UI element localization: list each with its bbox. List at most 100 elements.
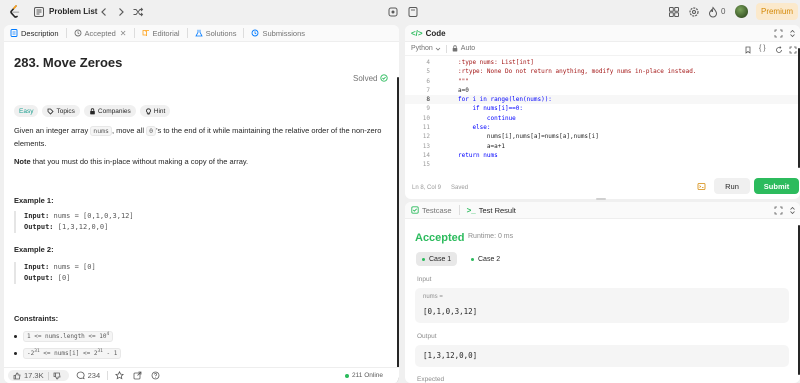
line-number: 9 [426, 105, 430, 113]
example-2-output: [0] [53, 274, 71, 282]
tab-testcase[interactable]: Testcase [411, 206, 452, 215]
premium-button[interactable]: Premium [756, 3, 798, 20]
hint-label: Hint [153, 107, 166, 115]
output-label: Output [417, 333, 437, 340]
problem-description: Given an integer array nums, move all 0 '… [14, 125, 389, 149]
language-select[interactable]: Python [411, 45, 441, 52]
tab-solutions[interactable]: Solutions [194, 28, 237, 38]
code-line: 9 if nums[i]==0: [405, 104, 800, 113]
input-value: [0,1,0,3,12] [423, 307, 478, 316]
tab-editorial-label: Editorial [152, 28, 180, 38]
auto-mode-label[interactable]: Auto [461, 45, 475, 52]
tab-accepted[interactable]: Accepted ✕ [74, 29, 127, 38]
line-code: for i in range(len(nums)): [458, 96, 552, 104]
case-2-label: Case 2 [478, 255, 501, 263]
desc-code-nums: nums [90, 126, 112, 136]
output-box: [1,3,12,0,0] [415, 345, 789, 367]
line-number: 14 [422, 151, 430, 159]
notes-icon[interactable] [407, 6, 419, 18]
star-favorite-icon[interactable] [115, 371, 125, 380]
code-line: 14 return nums [405, 151, 800, 160]
description-scrollbar[interactable] [397, 77, 399, 383]
comments-button[interactable]: 234 [76, 371, 101, 380]
tab-test-result[interactable]: >_ Test Result [467, 206, 516, 215]
run-button[interactable]: Run [714, 178, 750, 194]
debug-icon[interactable] [387, 6, 399, 18]
tab-solutions-label: Solutions [205, 28, 237, 38]
tab-description-label: Description [21, 28, 59, 38]
tab-divider [458, 205, 460, 215]
description-panel: Description Accepted ✕ Editorial Solutio… [4, 25, 399, 383]
tab-testcase-label: Testcase [422, 205, 452, 215]
code-editor-panel: </> Code Python Auto { } 4:type nums: Li… [405, 25, 800, 199]
desc-text-1: Given an integer array [14, 126, 91, 135]
fullscreen-icon[interactable] [789, 46, 797, 54]
tab-divider [186, 28, 188, 38]
example-2-input: nums = [0] [49, 263, 96, 271]
settings-gear-icon[interactable] [688, 6, 700, 18]
share-icon[interactable] [133, 371, 142, 380]
tab-divider [65, 28, 67, 38]
problem-list-link[interactable]: Problem List [49, 7, 97, 16]
note-bold: Note [14, 157, 31, 166]
thumbs-down-icon[interactable] [53, 372, 61, 380]
leetcode-logo-icon[interactable] [9, 5, 21, 19]
example-1-input-label: Input: [24, 212, 50, 220]
online-count: 211 Online [352, 372, 383, 379]
topics-label: Topics [56, 107, 75, 115]
case-1-tab[interactable]: Case 1 [416, 252, 458, 266]
tab-accepted-label: Accepted [84, 28, 116, 38]
code-line: 12 nums[i],nums[a]=nums[a],nums[i] [405, 132, 800, 141]
hint-tag[interactable]: Hint [139, 105, 171, 117]
submit-button[interactable]: Submit [754, 178, 799, 194]
case-1-label: Case 1 [429, 255, 452, 263]
line-number: 4 [426, 59, 430, 66]
console-icon[interactable] [697, 182, 706, 191]
companies-tag[interactable]: Companies [83, 105, 136, 117]
left-tab-bar: Description Accepted ✕ Editorial Solutio… [4, 25, 399, 42]
chevron-left-icon[interactable] [98, 6, 110, 18]
code-line: 11 else: [405, 123, 800, 132]
collapse-icon[interactable] [788, 29, 797, 38]
case-2-tab[interactable]: Case 2 [465, 252, 506, 266]
footer-divider [107, 371, 109, 380]
user-avatar[interactable] [735, 5, 748, 18]
line-code: :rtype: None Do not return anything, mod… [458, 68, 697, 76]
line-code: a=0 [458, 86, 469, 94]
close-tab-icon[interactable]: ✕ [120, 29, 127, 38]
saved-status: Saved [451, 184, 469, 191]
help-question-icon[interactable] [151, 371, 160, 380]
tab-description[interactable]: Description [10, 29, 59, 38]
bullet-dot [14, 335, 17, 338]
grid-layout-icon[interactable] [668, 6, 680, 18]
problem-title[interactable]: 283. Move Zeroes [14, 55, 122, 70]
code-toolbar: Python Auto { } [405, 42, 800, 56]
maximize-icon[interactable] [774, 29, 783, 38]
line-number: 13 [422, 142, 430, 150]
streak-fire-icon[interactable] [707, 6, 719, 18]
chevron-right-icon[interactable] [115, 6, 127, 18]
panel-resize-handle[interactable] [596, 198, 606, 200]
code-line: 7 a=0 [405, 86, 800, 95]
input-var-name: nums = [423, 294, 443, 300]
like-button[interactable]: 17.3K [8, 370, 69, 381]
code-lines[interactable]: 4:type nums: List[int] 5:rtype: None Do … [405, 58, 800, 170]
line-number: 15 [422, 161, 430, 169]
format-braces-icon[interactable]: { } [759, 45, 766, 52]
reset-icon[interactable] [775, 46, 783, 54]
problem-list-icon[interactable] [33, 6, 45, 18]
bookmark-icon[interactable] [744, 46, 752, 54]
desc-text-2: , move all [111, 126, 147, 135]
shuffle-icon[interactable] [132, 6, 144, 18]
tab-divider [243, 28, 245, 38]
language-value: Python [411, 45, 433, 52]
tab-submissions[interactable]: Submissions [251, 29, 305, 38]
collapse-result-icon[interactable] [788, 206, 797, 215]
result-tab-bar: Testcase >_ Test Result [405, 202, 800, 219]
maximize-result-icon[interactable] [774, 206, 783, 215]
tag-icon [48, 108, 55, 115]
topics-tag[interactable]: Topics [42, 105, 80, 117]
case-pass-dot [471, 257, 474, 261]
tab-editorial[interactable]: Editorial [142, 29, 180, 38]
comment-count: 234 [87, 371, 101, 380]
